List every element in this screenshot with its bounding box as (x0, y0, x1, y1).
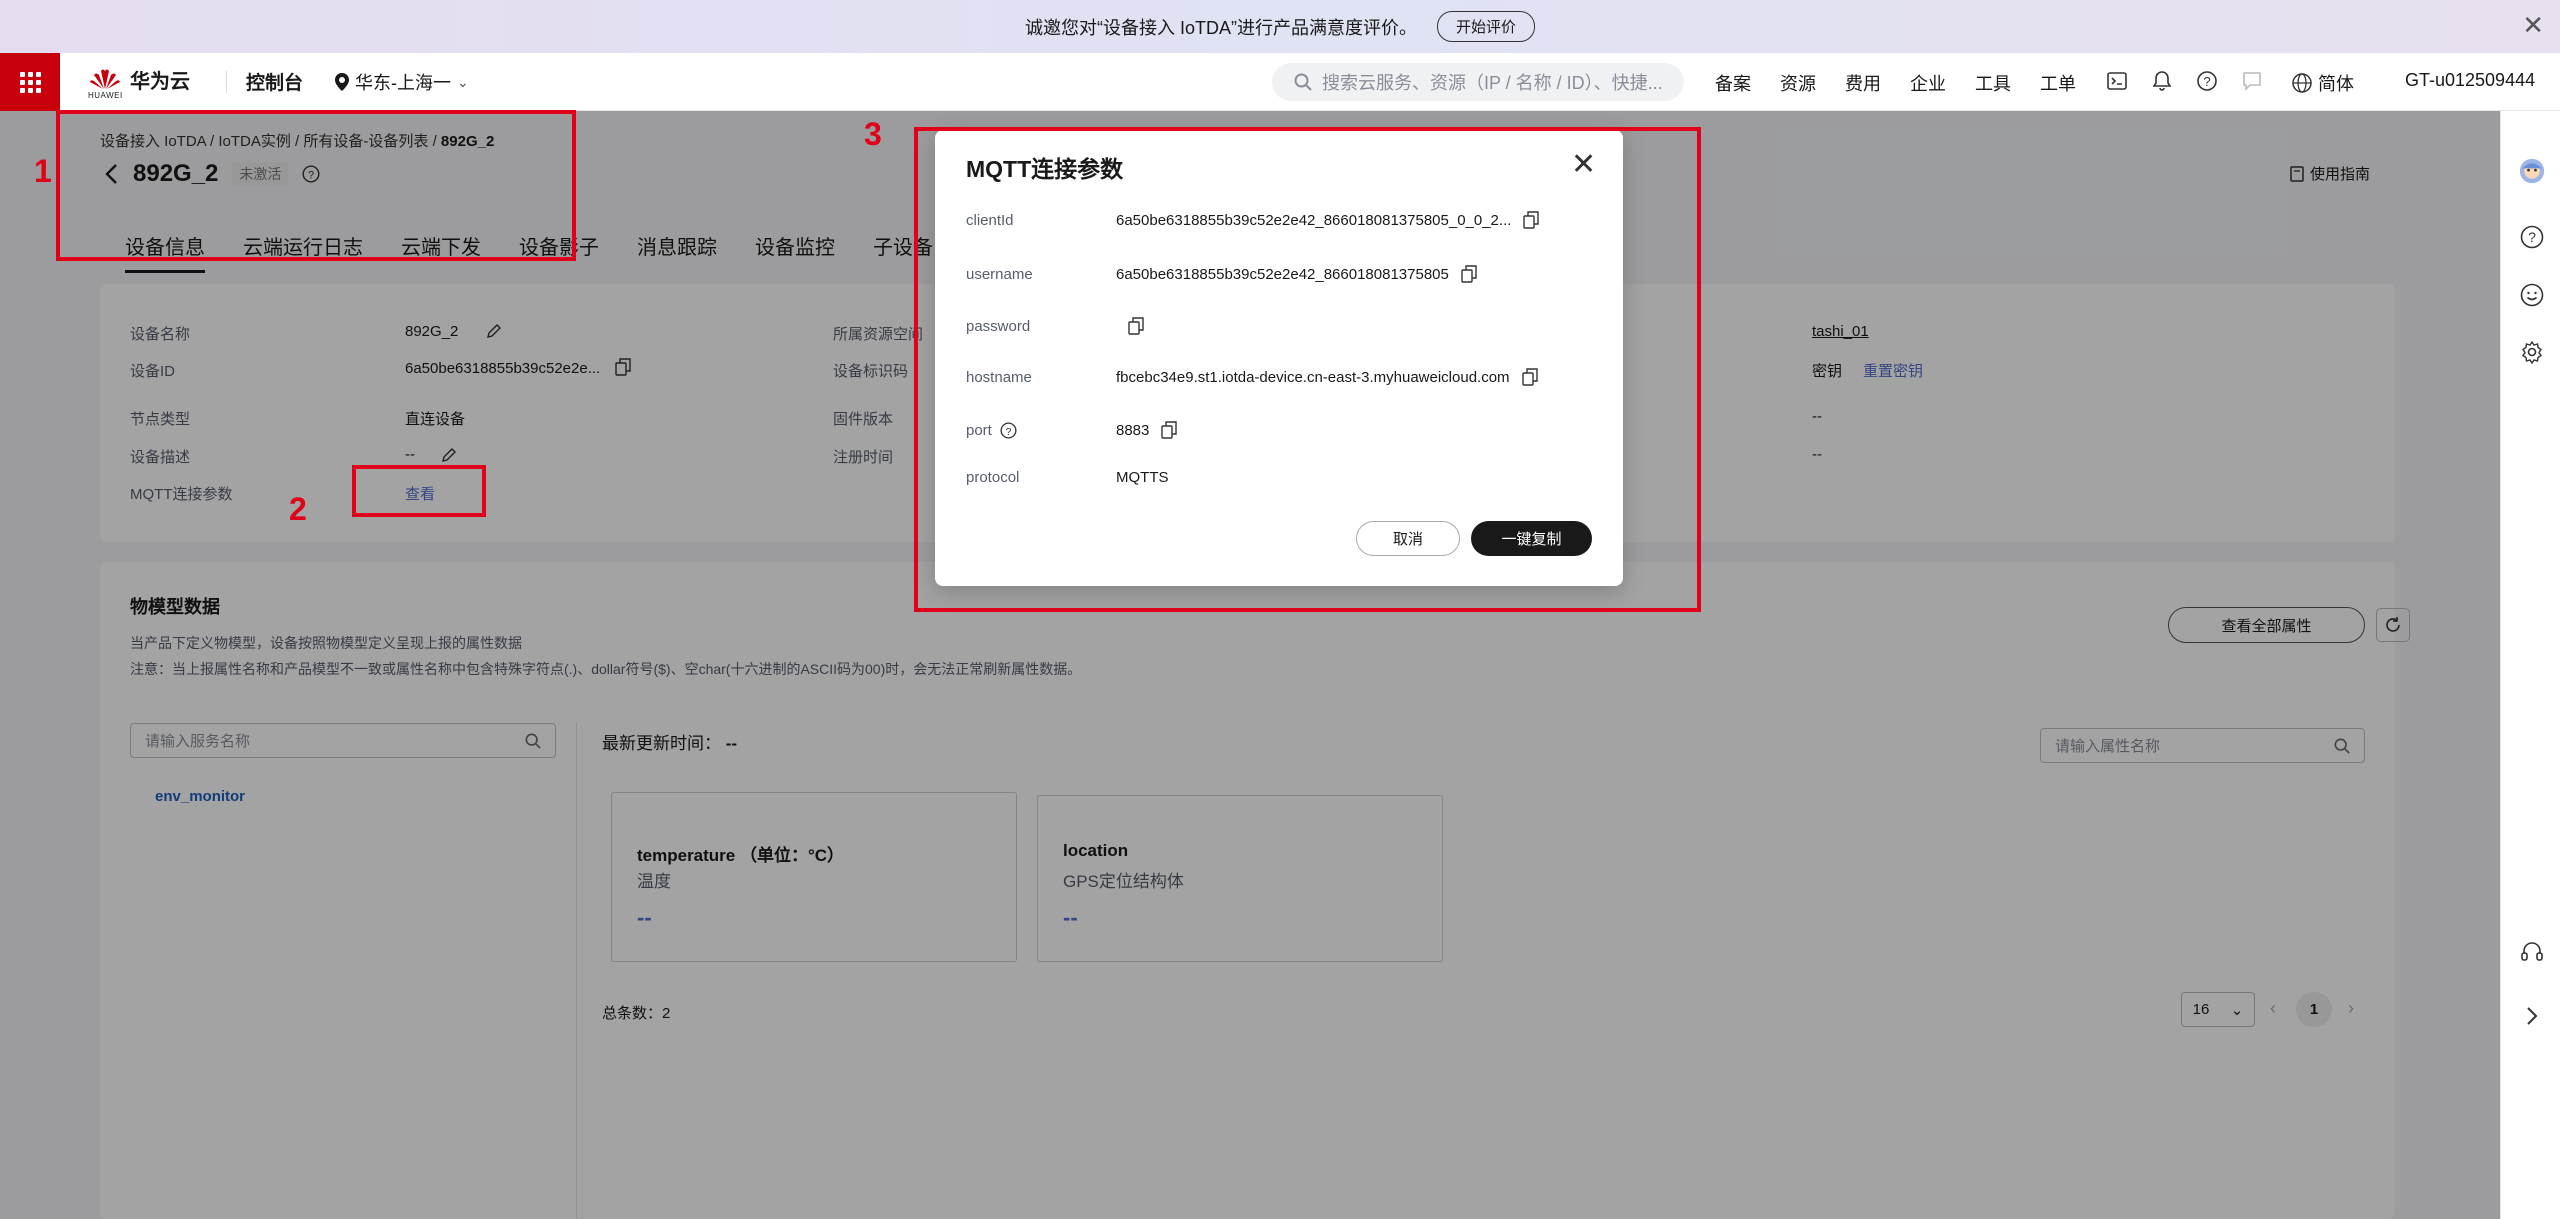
bell-icon[interactable] (2151, 70, 2173, 92)
top-header: HUAWEI 华为云 控制台 华东-上海一 ⌄ 搜索云服务、资源（IP / 名称… (0, 53, 2560, 111)
logo-text: 华为云 (130, 71, 190, 93)
grid-icon (19, 71, 41, 93)
terminal-icon[interactable] (2106, 70, 2128, 92)
global-search-input[interactable]: 搜索云服务、资源（IP / 名称 / ID）、快捷... (1272, 63, 1684, 101)
language-label: 简体 (2318, 74, 2354, 94)
search-icon (1294, 73, 1312, 91)
nav-resources[interactable]: 资源 (1780, 70, 1816, 96)
help-icon[interactable]: ? (2519, 224, 2545, 250)
right-tool-rail: ? (2500, 111, 2560, 1219)
annotation-number-3: 3 (864, 116, 882, 152)
location-pin-icon (335, 73, 349, 91)
service-menu-button[interactable] (0, 53, 60, 111)
divider (226, 71, 227, 93)
survey-banner: 诚邀您对“设备接入 IoTDA”进行产品满意度评价。 开始评价 (0, 0, 2560, 53)
avatar[interactable] (2519, 158, 2545, 184)
logo-sub-text: HUAWEI (88, 90, 123, 100)
start-survey-button[interactable]: 开始评价 (1436, 11, 1535, 42)
feedback-icon[interactable] (2241, 70, 2263, 92)
console-link[interactable]: 控制台 (246, 68, 303, 95)
huawei-logo-icon: HUAWEI (88, 67, 122, 100)
svg-text:?: ? (2528, 229, 2536, 245)
nav-beian[interactable]: 备案 (1715, 70, 1751, 96)
help-icon[interactable]: ? (2196, 70, 2218, 92)
globe-icon (2292, 73, 2312, 93)
settings-gear-icon[interactable] (2519, 339, 2545, 365)
huawei-cloud-logo[interactable]: HUAWEI 华为云 (88, 65, 190, 100)
chevron-right-icon[interactable] (2519, 1003, 2545, 1029)
nav-billing[interactable]: 费用 (1845, 70, 1881, 96)
nav-enterprise[interactable]: 企业 (1910, 70, 1946, 96)
smiley-feedback-icon[interactable] (2519, 282, 2545, 308)
svg-text:?: ? (2203, 74, 2210, 89)
chevron-down-icon: ⌄ (457, 73, 469, 90)
banner-text: 诚邀您对“设备接入 IoTDA”进行产品满意度评价。 (1024, 17, 1417, 38)
annotation-box-1 (56, 110, 576, 261)
language-selector[interactable]: 简体 (2292, 70, 2354, 96)
annotation-number-1: 1 (34, 153, 52, 189)
nav-tools[interactable]: 工具 (1975, 70, 2011, 96)
close-icon[interactable]: ✕ (2522, 10, 2544, 41)
search-placeholder: 搜索云服务、资源（IP / 名称 / ID）、快捷... (1322, 73, 1663, 93)
annotation-box-2 (352, 465, 486, 517)
customer-service-headset-icon[interactable] (2519, 939, 2545, 965)
annotation-box-3 (914, 127, 1701, 612)
region-selector[interactable]: 华东-上海一 ⌄ (335, 69, 469, 95)
annotation-number-2: 2 (289, 491, 307, 527)
nav-tickets[interactable]: 工单 (2040, 70, 2076, 96)
user-account[interactable]: GT-u012509444 (2405, 70, 2535, 91)
region-label: 华东-上海一 (355, 73, 451, 93)
